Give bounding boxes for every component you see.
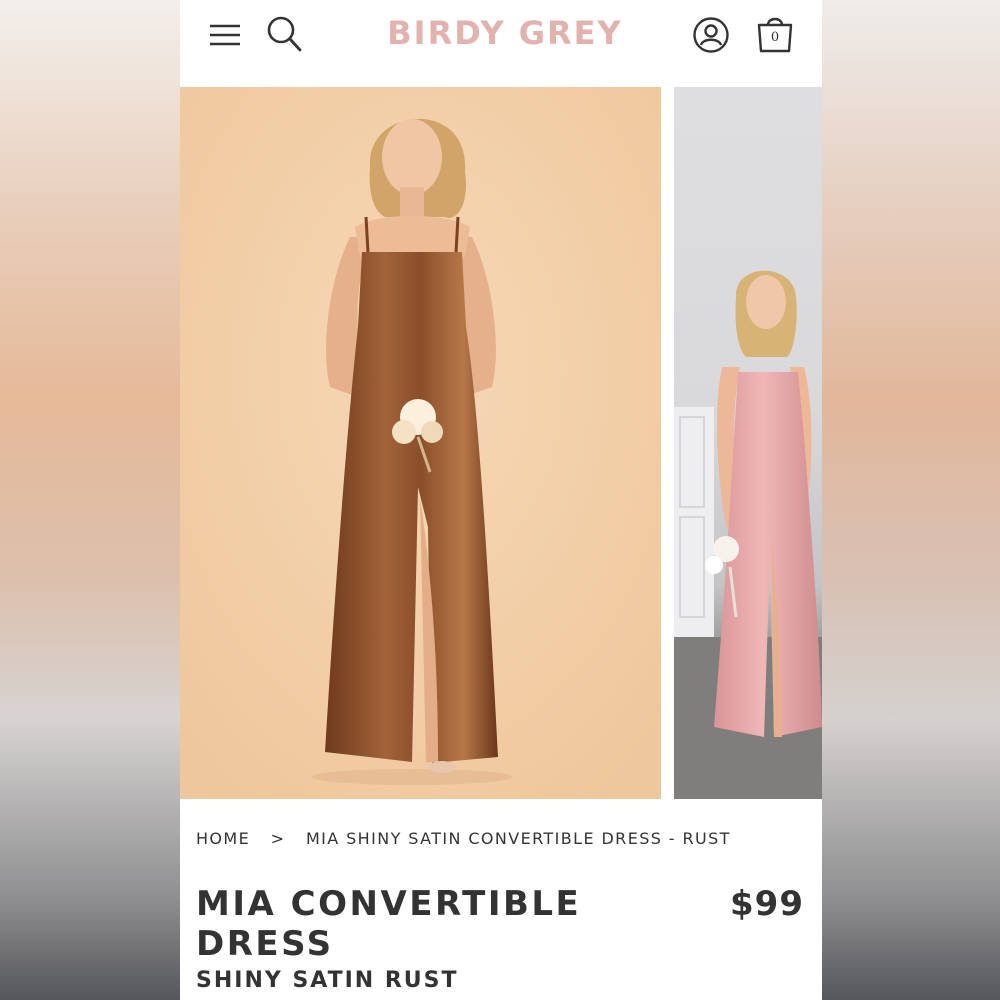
- search-icon[interactable]: [266, 15, 302, 53]
- phone-screen: BIRDY GREY 0 HOME > MIA SHINY SATIN CONV…: [180, 0, 822, 1000]
- breadcrumb-current: MIA SHINY SATIN CONVERTIBLE DRESS - RUST: [305, 829, 731, 848]
- product-gallery[interactable]: [180, 87, 822, 799]
- product-image-pink[interactable]: [674, 87, 822, 799]
- model-pink-dress-image: [674, 270, 822, 799]
- product-title: MIA CONVERTIBLE DRESS: [196, 884, 582, 964]
- product-price: $99: [730, 884, 804, 924]
- shopping-bag-button[interactable]: 0: [754, 12, 796, 54]
- site-logo[interactable]: BIRDY GREY: [370, 14, 640, 54]
- product-image-rust[interactable]: [180, 87, 661, 799]
- right-background-blur: [822, 0, 1000, 1000]
- site-header: BIRDY GREY 0: [180, 0, 822, 86]
- left-background-blur: [0, 0, 180, 1000]
- account-icon[interactable]: [692, 16, 730, 54]
- model-rust-dress-image: [180, 87, 661, 799]
- bag-count: 0: [770, 30, 780, 45]
- breadcrumb-separator: >: [270, 829, 286, 848]
- breadcrumb-home-link[interactable]: HOME: [196, 829, 250, 848]
- product-subtitle: SHINY SATIN RUST: [196, 968, 459, 993]
- breadcrumb: HOME > MIA SHINY SATIN CONVERTIBLE DRESS…: [196, 828, 731, 850]
- menu-icon[interactable]: [208, 18, 242, 52]
